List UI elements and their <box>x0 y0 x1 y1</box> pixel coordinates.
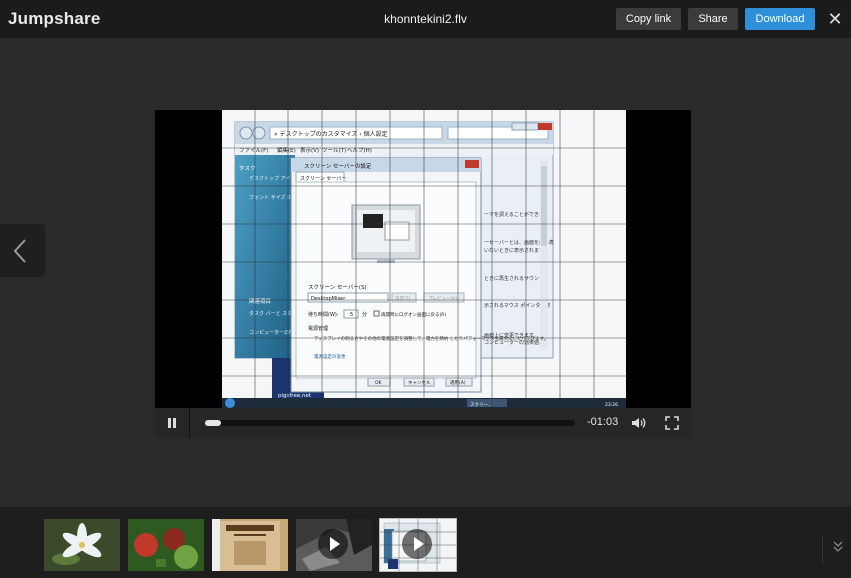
resume-label: 再開時にログオン画面に戻る(R) <box>381 311 446 318</box>
power-header: 電源管理 <box>308 325 328 332</box>
chevron-double-down-icon <box>833 541 843 552</box>
power-link: 電源設定の変更 <box>314 353 346 360</box>
volume-icon[interactable] <box>631 416 647 430</box>
thumbnail-tomatoes[interactable] <box>128 519 204 571</box>
power-text: ディスプレイの明るさやその他の電源設定を調整して、電力を節約 したりパフォーマン… <box>314 335 548 342</box>
thumbnail-wanted-poster[interactable] <box>212 519 288 571</box>
menu-tools: ツール(T) <box>322 148 346 154</box>
window-breadcrumb: « デスクトップのカスタマイズ › 個人設定 <box>274 130 388 138</box>
play-icon <box>402 529 432 559</box>
collapse-strip-button[interactable] <box>822 535 851 565</box>
related-header: 関連項目 <box>249 297 271 305</box>
cancel-button: キャンセル <box>408 380 431 386</box>
wait-unit: 分 <box>362 311 367 318</box>
previous-file-button[interactable] <box>0 224 45 277</box>
progress-fill <box>205 420 221 426</box>
menu-view: 表示(V) <box>300 146 319 154</box>
thumbnail-video-current[interactable] <box>379 518 457 572</box>
close-icon[interactable]: ✕ <box>826 9 844 29</box>
video-frame: « デスクトップのカスタマイズ › 個人設定 ファイル(F) 編集(E) 表示(… <box>222 110 626 408</box>
preview-button: プレビュー(V) <box>428 295 457 302</box>
brand-logo[interactable]: Jumpshare <box>8 9 101 29</box>
controls-divider <box>189 408 190 438</box>
thumbnail-video-dark[interactable] <box>296 519 372 571</box>
side-text-1: ーマを調えることができま <box>484 211 544 218</box>
progress-bar[interactable] <box>205 420 575 426</box>
copy-link-button[interactable]: Copy link <box>616 8 681 30</box>
video-player[interactable]: « デスクトップのカスタマイズ › 個人設定 ファイル(F) 編集(E) 表示(… <box>155 110 691 438</box>
play-icon <box>318 529 348 559</box>
dialog-tab: スクリーン セーバー <box>300 176 346 182</box>
task-header: タスク <box>239 164 256 172</box>
settings-button: 設定(T)... <box>395 295 415 302</box>
download-button[interactable]: Download <box>745 8 815 30</box>
wait-label: 待ち時間(W): <box>308 311 339 318</box>
menu-edit: 編集(E) <box>277 146 296 154</box>
fullscreen-icon[interactable] <box>665 416 679 430</box>
share-button[interactable]: Share <box>688 8 738 30</box>
screensaver-label: スクリーン セーバー(S) <box>308 284 367 291</box>
thumbnail-strip <box>0 507 851 578</box>
dialog-title: スクリーン セーバーの設定 <box>304 162 372 170</box>
ok-button: OK <box>375 380 383 386</box>
screensaver-select: DesktopMixer <box>311 296 346 302</box>
time-remaining: -01:03 <box>587 416 619 428</box>
chevron-left-icon <box>13 239 26 263</box>
side-text-3: いないときに表示されます <box>484 247 544 254</box>
wait-value: 5 <box>350 312 353 318</box>
top-bar: Jumpshare khonntekini2.flv Copy link Sha… <box>0 0 851 38</box>
thumbnail-lily[interactable] <box>44 519 120 571</box>
player-controls: -01:03 <box>155 408 691 438</box>
pause-icon[interactable] <box>165 416 179 430</box>
